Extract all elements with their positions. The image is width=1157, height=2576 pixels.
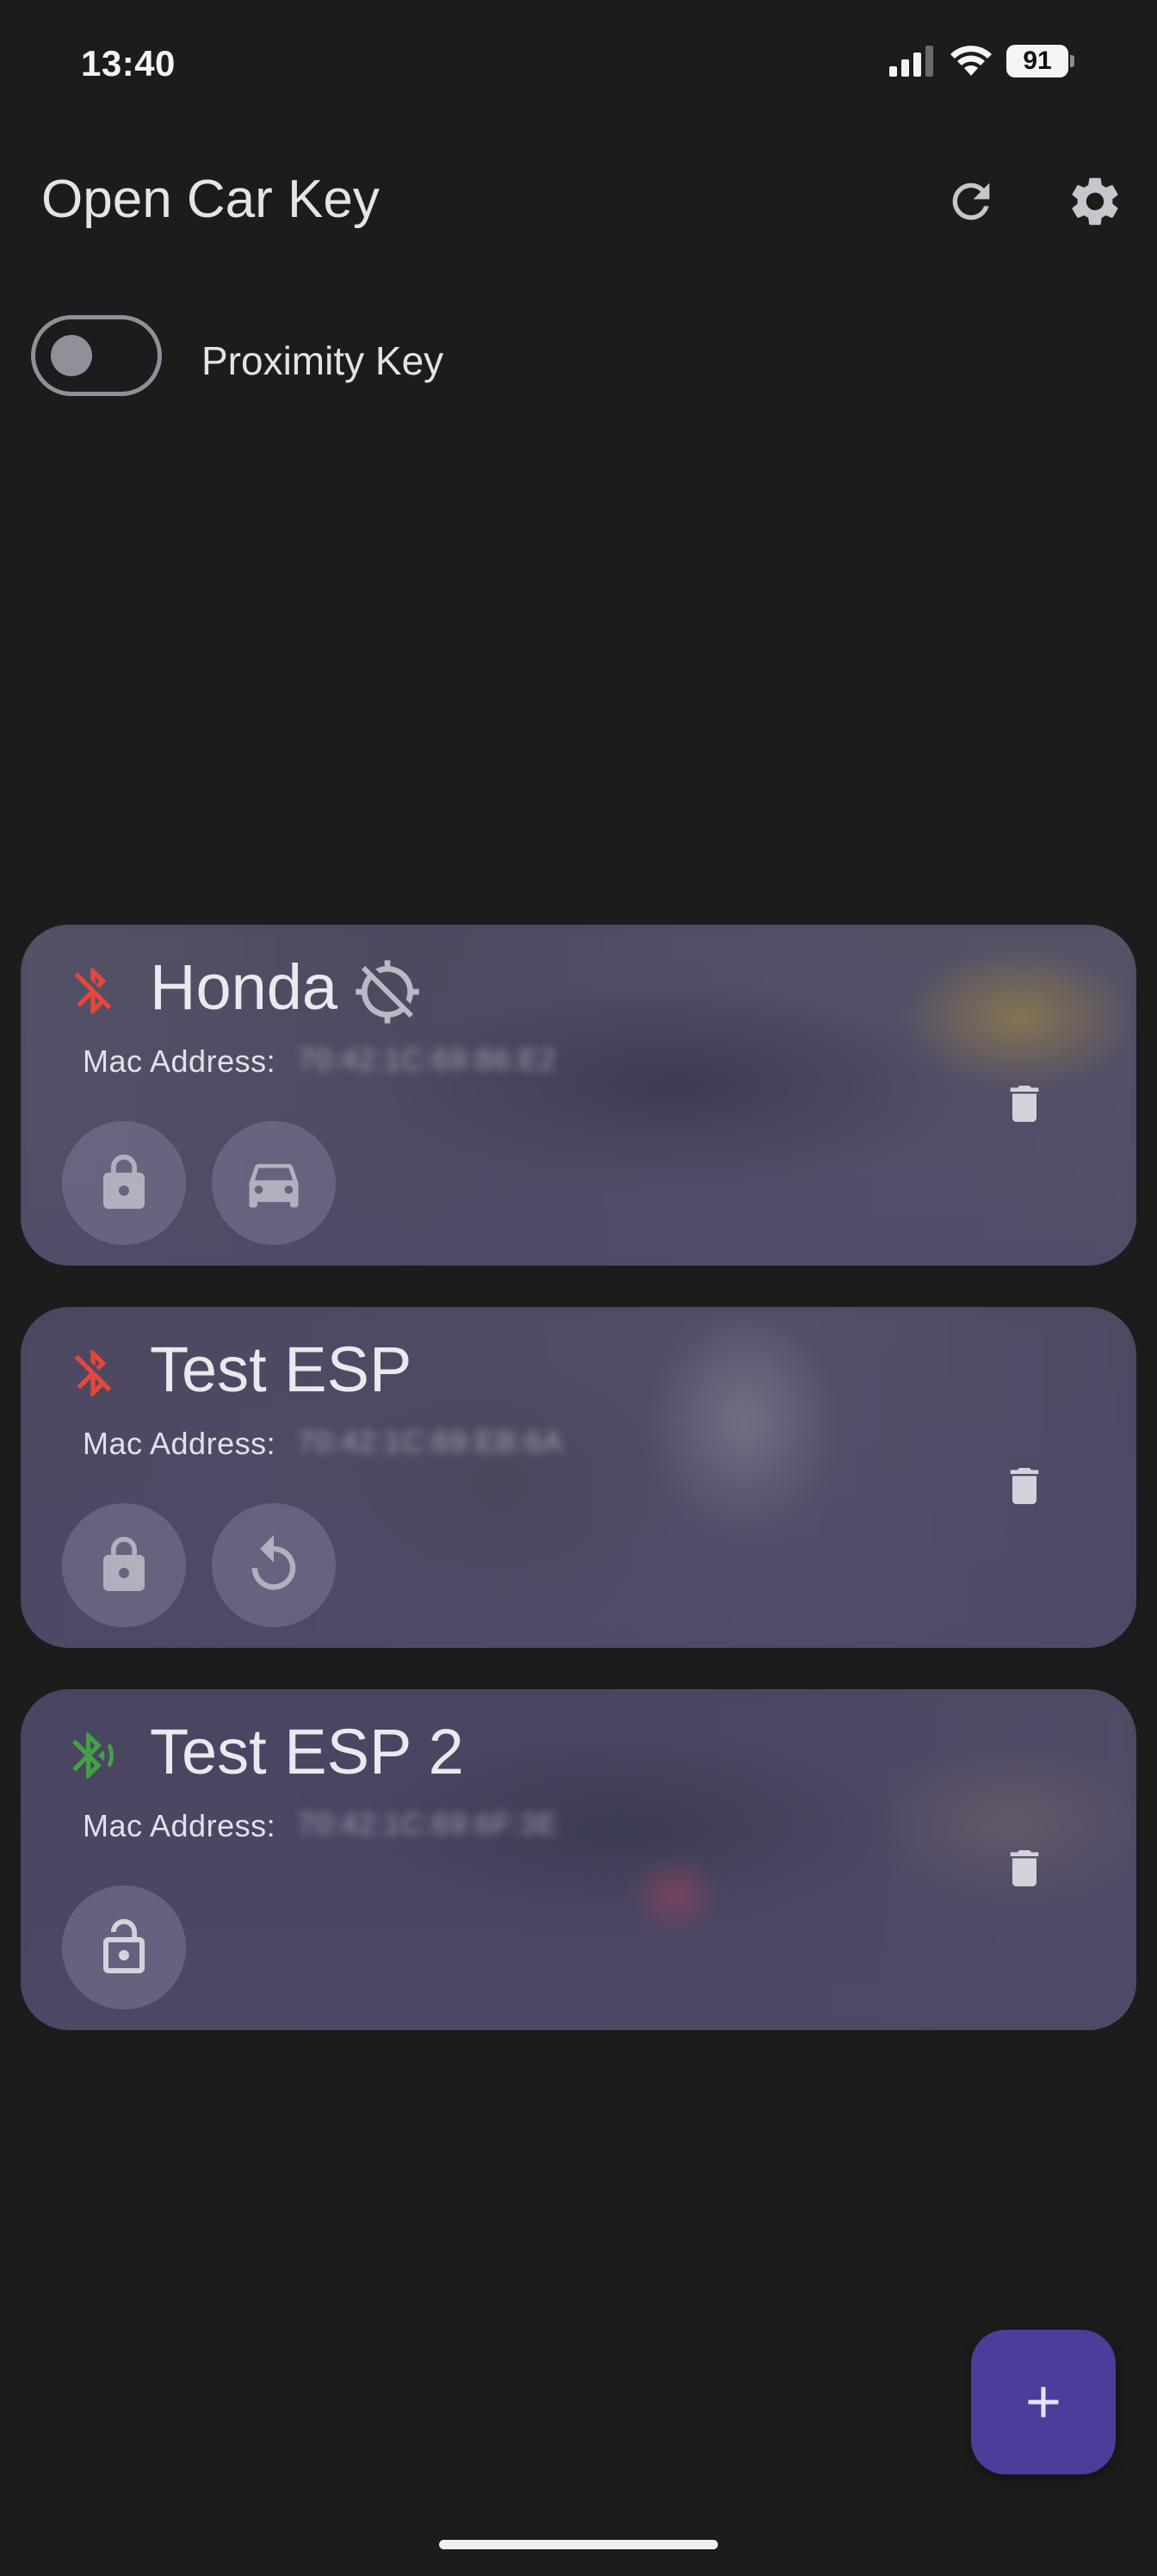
device-name: Test ESP [150, 1334, 412, 1405]
mac-address-value: 70:42:1C:69:86:E2 [298, 1043, 557, 1076]
unlock-button[interactable] [62, 1886, 186, 2009]
refresh-button[interactable] [930, 160, 1012, 243]
proximity-toggle[interactable] [31, 315, 162, 396]
lock-button[interactable] [62, 1503, 186, 1627]
app-title: Open Car Key [41, 170, 380, 229]
mac-address-value: 70:42:1C:69:EB:6A [298, 1426, 564, 1458]
gear-icon [1072, 177, 1118, 226]
toggle-knob [51, 335, 92, 376]
add-device-button[interactable] [971, 2330, 1116, 2474]
device-name: Test ESP 2 [150, 1716, 464, 1787]
refresh-icon [952, 183, 990, 220]
delete-button[interactable] [983, 1445, 1066, 1527]
device-name: Honda [150, 951, 338, 1023]
device-card[interactable]: Test ESP 2 Mac Address: 70:42:1C:69:6F:3… [21, 1689, 1136, 2030]
wifi-icon [950, 46, 992, 76]
reset-button[interactable] [212, 1503, 336, 1627]
delete-button[interactable] [983, 1827, 1066, 1910]
bluetooth-disabled-icon [74, 1350, 112, 1396]
status-bar: 13:40 91 [0, 0, 1157, 129]
proximity-label: Proximity Key [201, 338, 444, 383]
lock-icon [103, 1155, 145, 1209]
trash-icon [1010, 1086, 1039, 1122]
home-indicator[interactable] [439, 2540, 718, 2549]
battery-level: 91 [1006, 45, 1068, 77]
settings-button[interactable] [1054, 160, 1136, 243]
car-icon [249, 1163, 299, 1208]
mac-address-label: Mac Address: [83, 1808, 276, 1843]
device-card[interactable]: Honda Mac Address: 70:42:1C:69:86:E2 [21, 925, 1136, 1266]
reset-icon [251, 1535, 296, 1590]
mac-address-value: 70:42:1C:69:6F:3E [298, 1808, 559, 1841]
delete-button[interactable] [983, 1062, 1066, 1145]
car-button[interactable] [212, 1121, 336, 1245]
mac-address-label: Mac Address: [83, 1043, 276, 1079]
device-card[interactable]: Test ESP Mac Address: 70:42:1C:69:EB:6A [21, 1307, 1136, 1648]
mac-address-label: Mac Address: [83, 1426, 276, 1461]
signal-icon [889, 46, 933, 77]
status-icons: 91 [889, 45, 1074, 77]
gps-off-icon [356, 960, 419, 1024]
trash-icon [1010, 1850, 1039, 1886]
add-icon [1028, 2387, 1059, 2418]
bluetooth-connected-icon [72, 1732, 114, 1779]
lock-button[interactable] [62, 1121, 186, 1245]
trash-icon [1010, 1468, 1039, 1504]
status-time: 13:40 [81, 43, 176, 84]
battery-icon: 91 [1006, 45, 1074, 77]
lock-open-icon [103, 1919, 145, 1973]
lock-icon [103, 1537, 145, 1591]
bluetooth-disabled-icon [74, 968, 112, 1014]
